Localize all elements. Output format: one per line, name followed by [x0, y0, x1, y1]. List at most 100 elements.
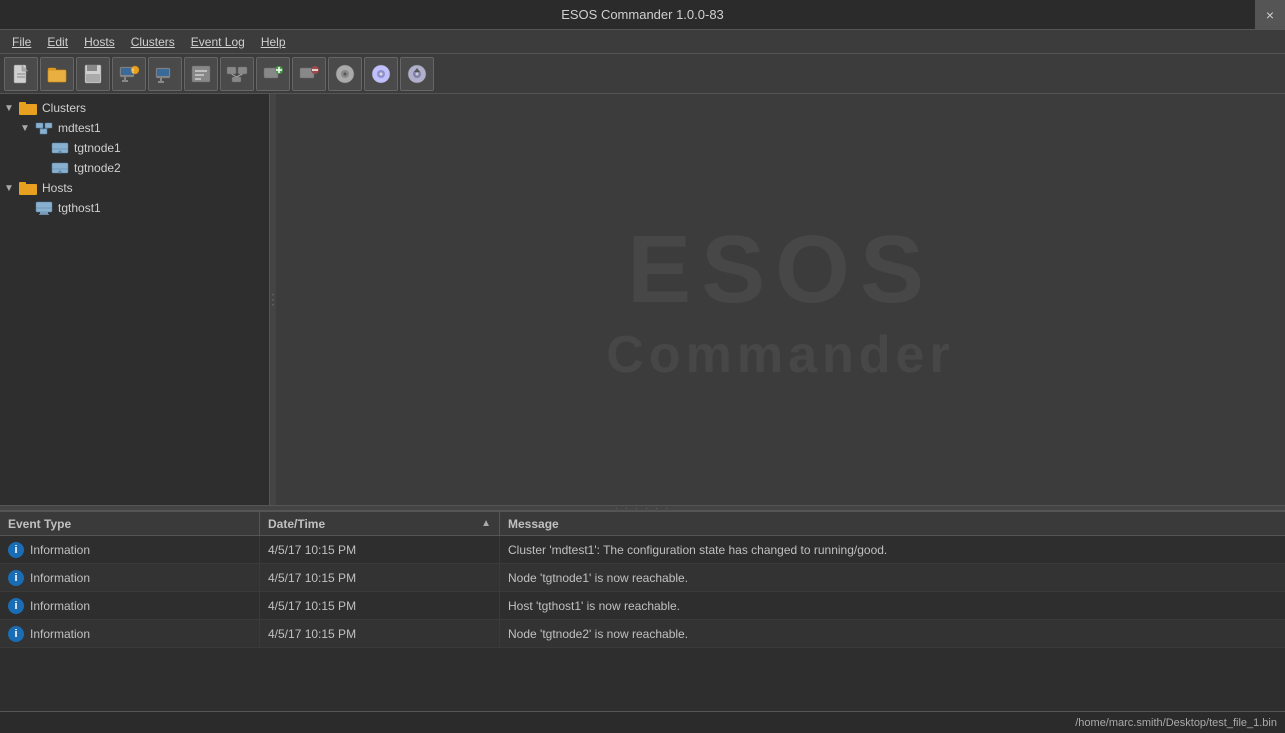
close-button[interactable]: ×	[1255, 0, 1285, 30]
open-file-icon	[46, 63, 68, 85]
menu-eventlog-label: Event Log	[191, 35, 245, 49]
th-datetime-label: Date/Time	[268, 517, 325, 531]
th-message[interactable]: Message	[500, 512, 1285, 535]
table-header: Event Type Date/Time ▲ Message	[0, 512, 1285, 536]
info-icon-3: i	[8, 598, 24, 614]
split-horizontal: ▼ Clusters ▼	[0, 94, 1285, 505]
title-bar: ESOS Commander 1.0.0-83 ×	[0, 0, 1285, 30]
toolbar-btn-save[interactable]	[76, 57, 110, 91]
th-event-type[interactable]: Event Type	[0, 512, 260, 535]
status-bar: /home/marc.smith/Desktop/test_file_1.bin	[0, 711, 1285, 733]
th-message-label: Message	[508, 517, 559, 531]
remove-node-icon	[298, 63, 320, 85]
menu-help[interactable]: Help	[253, 33, 294, 51]
table-row[interactable]: i Information 4/5/17 10:15 PM Cluster 'm…	[0, 536, 1285, 564]
tree-item-hosts-root[interactable]: ▼ Hosts	[0, 178, 269, 198]
menu-clusters-label: Clusters	[131, 35, 175, 49]
td-datetime-4: 4/5/17 10:15 PM	[260, 620, 500, 647]
toolbar-btn-properties[interactable]	[184, 57, 218, 91]
toolbar-btn-remove-node[interactable]	[292, 57, 326, 91]
toolbar-btn-eject[interactable]	[400, 57, 434, 91]
main-content: ▼ Clusters ▼	[0, 94, 1285, 711]
save-icon	[82, 63, 104, 85]
event-table: Event Type Date/Time ▲ Message i	[0, 512, 1285, 711]
eject-icon	[406, 63, 428, 85]
td-event-type-4: i Information	[0, 620, 260, 647]
info-icon-1: i	[8, 542, 24, 558]
toolbar: !	[0, 54, 1285, 94]
menu-edit-label: Edit	[47, 35, 68, 49]
tree-item-mdtest1[interactable]: ▼ mdtest1	[0, 118, 269, 138]
td-datetime-3: 4/5/17 10:15 PM	[260, 592, 500, 619]
table-row[interactable]: i Information 4/5/17 10:15 PM Node 'tgtn…	[0, 564, 1285, 592]
cd-icon	[370, 63, 392, 85]
menu-eventlog[interactable]: Event Log	[183, 33, 253, 51]
tree-item-tgtnode1[interactable]: tgtnode1	[0, 138, 269, 158]
td-datetime-2: 4/5/17 10:15 PM	[260, 564, 500, 591]
info-icon-2: i	[8, 570, 24, 586]
td-message-1: Cluster 'mdtest1': The configuration sta…	[500, 536, 1285, 563]
connect-icon: !	[118, 63, 140, 85]
toolbar-btn-disk[interactable]	[328, 57, 362, 91]
menu-bar: File Edit Hosts Clusters Event Log Help	[0, 30, 1285, 54]
toolbar-btn-cd[interactable]	[364, 57, 398, 91]
tree-item-tgtnode2[interactable]: tgtnode2	[0, 158, 269, 178]
node-icon-tgtnode2	[50, 160, 70, 176]
cluster-node-icon-mdtest1	[34, 120, 54, 136]
disk-icon	[334, 63, 356, 85]
disconnect-icon	[154, 63, 176, 85]
watermark-commander: Commander	[606, 325, 954, 385]
tree-arrow-mdtest1: ▼	[20, 123, 34, 134]
td-datetime-1: 4/5/17 10:15 PM	[260, 536, 500, 563]
svg-text:!: !	[132, 69, 134, 75]
bottom-panel: Event Type Date/Time ▲ Message i	[0, 511, 1285, 711]
tree-arrow-clusters: ▼	[4, 103, 18, 114]
new-file-icon	[10, 63, 32, 85]
menu-help-label: Help	[261, 35, 286, 49]
tree-label-mdtest1: mdtest1	[58, 121, 101, 135]
table-row[interactable]: i Information 4/5/17 10:15 PM Node 'tgtn…	[0, 620, 1285, 648]
properties-icon	[190, 63, 212, 85]
watermark-esos: ESOS	[627, 215, 934, 325]
menu-file[interactable]: File	[4, 33, 39, 51]
menu-hosts[interactable]: Hosts	[76, 33, 123, 51]
sort-arrow-icon: ▲	[481, 518, 491, 529]
add-node-icon	[262, 63, 284, 85]
toolbar-btn-add-node[interactable]	[256, 57, 290, 91]
toolbar-btn-connect[interactable]: !	[112, 57, 146, 91]
menu-file-label: File	[12, 35, 31, 49]
toolbar-btn-disconnect[interactable]	[148, 57, 182, 91]
tree-container: ▼ Clusters ▼	[0, 94, 269, 505]
td-event-type-2: i Information	[0, 564, 260, 591]
tree-item-tgthost1[interactable]: tgthost1	[0, 198, 269, 218]
td-message-3: Host 'tgthost1' is now reachable.	[500, 592, 1285, 619]
toolbar-btn-new[interactable]	[4, 57, 38, 91]
menu-edit[interactable]: Edit	[39, 33, 76, 51]
tree-item-clusters-root[interactable]: ▼ Clusters	[0, 98, 269, 118]
host-icon-tgthost1	[34, 200, 54, 216]
event-type-label-4: Information	[30, 627, 90, 641]
menu-hosts-label: Hosts	[84, 35, 115, 49]
cluster-icon	[226, 63, 248, 85]
tree-label-hosts: Hosts	[42, 181, 73, 195]
td-message-2: Node 'tgtnode1' is now reachable.	[500, 564, 1285, 591]
toolbar-btn-cluster[interactable]	[220, 57, 254, 91]
event-type-label-3: Information	[30, 599, 90, 613]
window-title: ESOS Commander 1.0.0-83	[561, 7, 724, 22]
node-icon-tgtnode1	[50, 140, 70, 156]
td-event-type-3: i Information	[0, 592, 260, 619]
right-panel: ESOS Commander	[276, 94, 1285, 505]
td-message-4: Node 'tgtnode2' is now reachable.	[500, 620, 1285, 647]
folder-icon-hosts	[18, 180, 38, 196]
info-icon-4: i	[8, 626, 24, 642]
tree-arrow-hosts: ▼	[4, 183, 18, 194]
event-type-label-2: Information	[30, 571, 90, 585]
th-datetime[interactable]: Date/Time ▲	[260, 512, 500, 535]
menu-clusters[interactable]: Clusters	[123, 33, 183, 51]
tree-label-tgthost1: tgthost1	[58, 201, 101, 215]
tree-label-tgtnode1: tgtnode1	[74, 141, 121, 155]
th-event-type-label: Event Type	[8, 517, 71, 531]
toolbar-btn-open[interactable]	[40, 57, 74, 91]
event-table-body: i Information 4/5/17 10:15 PM Cluster 'm…	[0, 536, 1285, 711]
table-row[interactable]: i Information 4/5/17 10:15 PM Host 'tgth…	[0, 592, 1285, 620]
